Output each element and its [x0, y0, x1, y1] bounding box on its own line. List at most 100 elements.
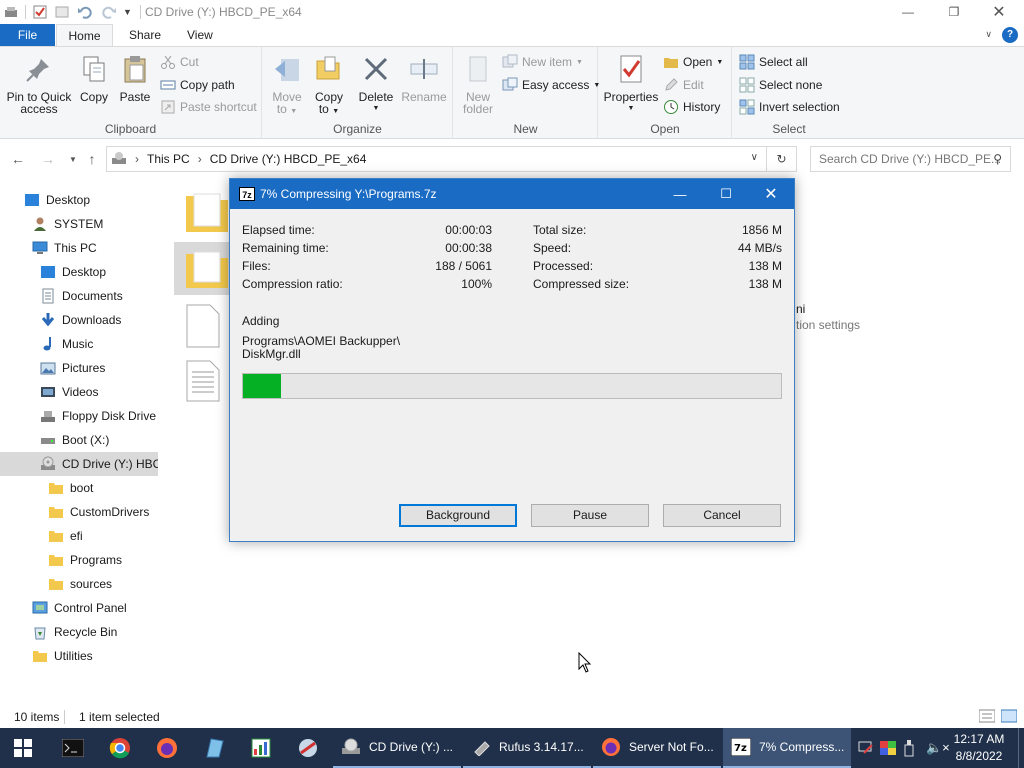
- copy-to-label-2: to ▼: [318, 102, 340, 116]
- paste-button[interactable]: Paste: [116, 53, 154, 103]
- operation-label: Adding: [242, 314, 280, 328]
- cancel-button[interactable]: Cancel: [663, 504, 781, 527]
- close-button[interactable]: ✕: [976, 0, 1022, 24]
- file-icon[interactable]: [186, 304, 220, 348]
- sidebar-item-desktop[interactable]: Desktop: [0, 260, 158, 284]
- text-file-icon[interactable]: [186, 360, 220, 402]
- selected-file-highlight[interactable]: [174, 242, 230, 295]
- tab-file[interactable]: File: [0, 24, 55, 46]
- details-view-icon[interactable]: [979, 709, 995, 723]
- taskbar-cmd[interactable]: [50, 728, 96, 768]
- taskbar-app-4[interactable]: [191, 728, 237, 768]
- help-icon[interactable]: ?: [1002, 27, 1018, 43]
- sidebar-item-floppy[interactable]: Floppy Disk Drive: [0, 404, 158, 428]
- address-bar[interactable]: › This PC › CD Drive (Y:) HBCD_PE_x64 ∨: [106, 146, 767, 172]
- new-item-label: New item: [522, 55, 573, 69]
- sidebar-item-this-pc[interactable]: This PC: [0, 236, 158, 260]
- volume-muted-icon[interactable]: 🔈×: [926, 740, 950, 756]
- sidebar-item-folder-programs[interactable]: Programs: [0, 548, 158, 572]
- cut-button[interactable]: Cut: [160, 52, 199, 72]
- new-folder-qat-icon[interactable]: [55, 5, 69, 19]
- tray-network-icon[interactable]: [858, 741, 874, 758]
- up-button[interactable]: ↑: [81, 146, 103, 172]
- taskbar-firefox[interactable]: [144, 728, 190, 768]
- copy-path-button[interactable]: Copy path: [160, 75, 235, 95]
- sidebar-label: Pictures: [62, 361, 106, 375]
- forward-button[interactable]: →: [37, 146, 59, 172]
- back-button[interactable]: ←: [7, 146, 29, 172]
- dialog-maximize-button[interactable]: ☐: [703, 179, 749, 209]
- sidebar-item-desktop-root[interactable]: Desktop: [0, 188, 158, 212]
- taskbar-task-explorer[interactable]: CD Drive (Y:) ...: [333, 728, 461, 768]
- usb-drive-icon: [474, 741, 490, 756]
- taskbar-chrome[interactable]: [97, 728, 143, 768]
- background-button[interactable]: Background: [399, 504, 517, 527]
- move-to-button[interactable]: Move to ▼: [269, 53, 305, 118]
- select-all-button[interactable]: Select all: [739, 52, 808, 72]
- properties-qat-icon[interactable]: [33, 5, 47, 19]
- dialog-minimize-button[interactable]: —: [657, 179, 703, 209]
- sidebar-item-folder-sources[interactable]: sources: [0, 572, 158, 596]
- tab-share[interactable]: Share: [119, 24, 171, 46]
- sidebar-item-system[interactable]: SYSTEM: [0, 212, 158, 236]
- select-group: Select all Select none Invert selection …: [733, 47, 845, 139]
- sidebar-item-pictures[interactable]: Pictures: [0, 356, 158, 380]
- pin-to-quick-access-button[interactable]: Pin to Quick access: [4, 53, 74, 115]
- sidebar-item-music[interactable]: Music: [0, 332, 158, 356]
- sidebar-item-folder-efi[interactable]: efi: [0, 524, 158, 548]
- tab-view[interactable]: View: [177, 24, 223, 46]
- copy-button[interactable]: Copy: [76, 53, 112, 103]
- tab-home[interactable]: Home: [56, 24, 113, 46]
- sidebar-item-videos[interactable]: Videos: [0, 380, 158, 404]
- taskbar-task-firefox[interactable]: Server Not Fo...: [593, 728, 721, 768]
- invert-selection-button[interactable]: Invert selection: [739, 97, 840, 117]
- sidebar-item-documents[interactable]: Documents: [0, 284, 158, 308]
- pause-button[interactable]: Pause: [531, 504, 649, 527]
- breadcrumb-drive[interactable]: CD Drive (Y:) HBCD_PE_x64: [210, 152, 367, 166]
- sidebar-item-control-panel[interactable]: Control Panel: [0, 596, 158, 620]
- select-none-button[interactable]: Select none: [739, 75, 822, 95]
- rename-button[interactable]: Rename: [401, 53, 447, 103]
- easy-access-button[interactable]: Easy access ▼: [502, 75, 600, 95]
- sidebar-item-downloads[interactable]: Downloads: [0, 308, 158, 332]
- show-desktop-button[interactable]: [1018, 728, 1024, 768]
- large-icons-view-icon[interactable]: [1001, 709, 1017, 723]
- refresh-button[interactable]: ↻: [767, 146, 797, 172]
- new-item-button[interactable]: New item ▼: [502, 52, 583, 72]
- taskbar-task-rufus[interactable]: Rufus 3.14.17...: [463, 728, 591, 768]
- new-folder-button[interactable]: New folder: [460, 53, 496, 115]
- sidebar-item-utilities[interactable]: Utilities: [0, 644, 158, 668]
- paste-shortcut-icon: [161, 100, 175, 114]
- taskbar-task-7zip[interactable]: 7z 7% Compress...: [723, 728, 851, 768]
- search-input[interactable]: Search CD Drive (Y:) HBCD_PE... ⚲: [810, 146, 1011, 172]
- delete-button[interactable]: Delete ▼: [357, 53, 395, 115]
- properties-button[interactable]: Properties ▼: [603, 53, 659, 115]
- minimize-button[interactable]: —: [885, 0, 931, 24]
- tray-usb-icon[interactable]: [904, 739, 914, 760]
- address-dropdown-icon[interactable]: ∨: [751, 152, 758, 163]
- edit-button[interactable]: Edit: [663, 75, 704, 95]
- dialog-close-button[interactable]: ✕: [748, 179, 794, 209]
- sidebar-item-boot-drive[interactable]: Boot (X:): [0, 428, 158, 452]
- sidebar-item-cd-drive[interactable]: CD Drive (Y:) HBC: [0, 452, 158, 476]
- start-button[interactable]: [0, 728, 46, 768]
- ribbon-expand-icon[interactable]: ∨: [985, 29, 992, 40]
- sidebar-item-folder-boot[interactable]: boot: [0, 476, 158, 500]
- paste-shortcut-button[interactable]: Paste shortcut: [160, 97, 257, 117]
- open-button[interactable]: Open ▼: [663, 52, 723, 72]
- taskbar-app-5[interactable]: [238, 728, 284, 768]
- sidebar-item-recycle-bin[interactable]: Recycle Bin: [0, 620, 158, 644]
- history-button[interactable]: History: [663, 97, 720, 117]
- breadcrumb-this-pc[interactable]: This PC: [147, 152, 190, 166]
- folder-icon[interactable]: [184, 190, 230, 236]
- tray-display-icon[interactable]: [880, 741, 896, 758]
- sidebar-item-folder-customdrivers[interactable]: CustomDrivers: [0, 500, 158, 524]
- undo-icon[interactable]: [77, 5, 93, 19]
- redo-icon[interactable]: [101, 5, 117, 19]
- maximize-button[interactable]: ❐: [931, 0, 977, 24]
- system-clock[interactable]: 12:17 AM 8/8/2022: [948, 731, 1010, 765]
- copy-to-button[interactable]: Copy to ▼: [311, 53, 347, 118]
- taskbar-app-6[interactable]: [285, 728, 331, 768]
- svg-text:7z: 7z: [734, 743, 747, 754]
- qat-dropdown-icon[interactable]: ▼: [123, 7, 132, 17]
